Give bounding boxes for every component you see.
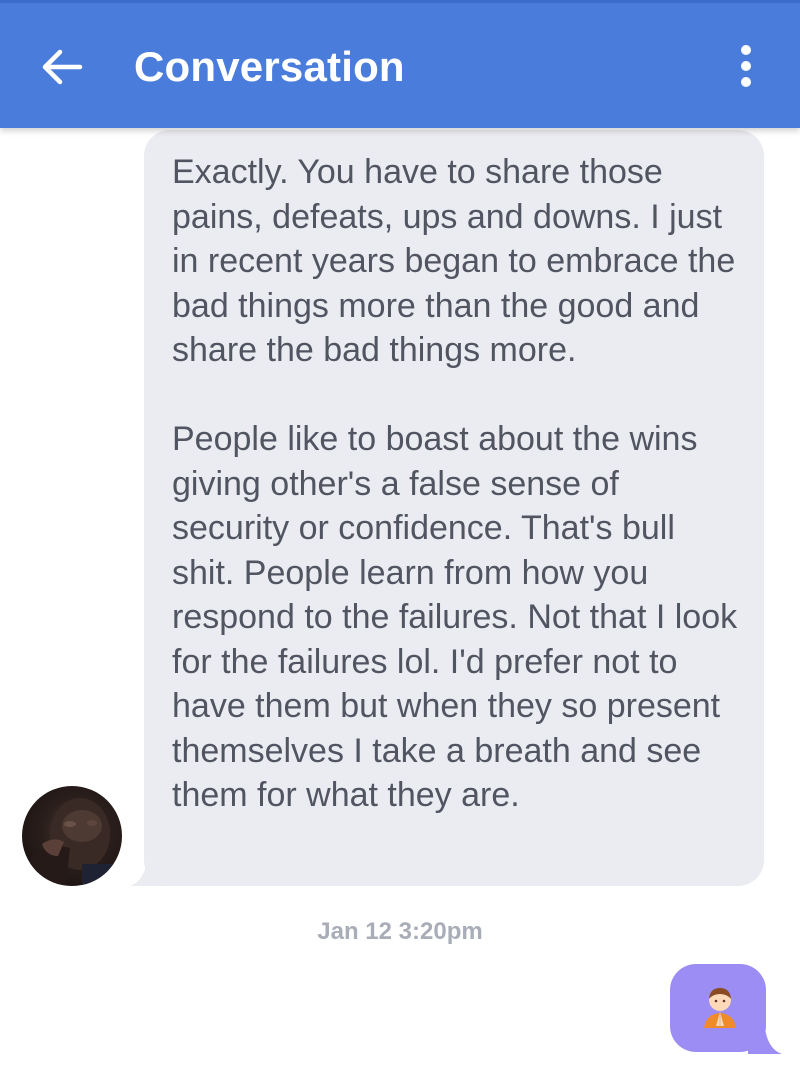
message-text: Exactly. You have to share those pains, … xyxy=(172,153,738,814)
person-praying-emoji-icon xyxy=(704,988,736,1028)
status-bar-edge xyxy=(0,0,800,3)
avatar[interactable] xyxy=(22,786,122,886)
back-button[interactable] xyxy=(26,34,96,100)
page-title: Conversation xyxy=(134,43,405,90)
received-message-bubble[interactable]: Exactly. You have to share those pains, … xyxy=(144,130,764,886)
more-vertical-icon xyxy=(741,45,751,87)
arrow-left-icon xyxy=(42,49,83,85)
contact-photo xyxy=(22,798,122,886)
overflow-menu-button[interactable] xyxy=(722,40,770,92)
app-bar: Conversation xyxy=(0,0,800,128)
message-timestamp: Jan 12 3:20pm xyxy=(317,918,483,945)
conversation-screen: Conversation Exactly. You have to share … xyxy=(0,0,800,1086)
